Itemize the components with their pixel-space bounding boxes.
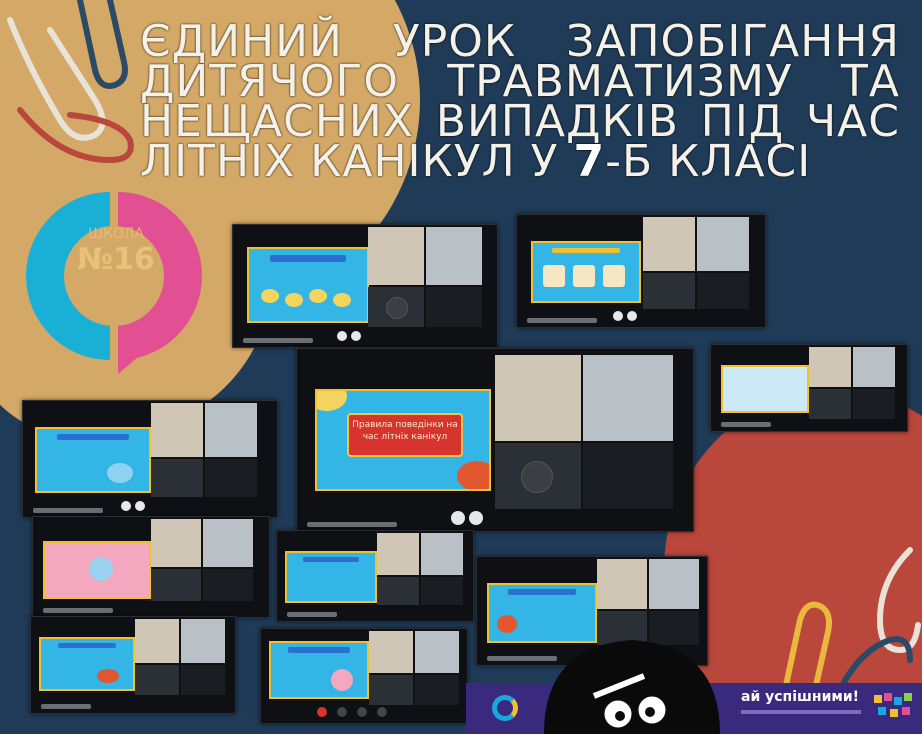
video-tile [426,227,482,285]
video-tile [697,217,749,271]
video-tile [369,675,413,705]
video-tile [369,631,413,673]
video-tile [583,355,673,441]
ring-logo-icon [492,695,518,721]
presentation-slide [269,641,369,699]
video-tile [205,459,257,497]
video-tile [151,569,201,601]
presentation-slide [39,637,135,691]
title-line-4: ЛІТНІХ КАНІКУЛ У 7-Б КЛАСІ [140,140,900,184]
cartoon-mascot-icon [544,640,720,734]
video-tile [495,443,581,509]
call-screenshot [276,530,474,622]
video-tile [135,619,179,663]
video-tile [809,389,851,419]
presentation-slide [531,241,641,303]
title-class-number: 7 [573,136,606,187]
video-tile [203,569,253,601]
banner-subline [741,710,861,714]
call-screenshot [260,628,468,724]
school-logo: ШКОЛА №16 [24,188,204,378]
logo-text: ШКОЛА №16 [74,226,158,278]
video-tile [583,443,673,509]
presentation-slide [487,583,597,643]
call-screenshot [516,214,766,328]
collage-canvas: ЄДИНИЙ УРОК ЗАПОБІГАННЯ ДИТЯЧОГО ТРАВМАТ… [0,0,922,734]
logo-shape-icon [26,192,202,378]
banner-text: ай успішними! [741,689,860,705]
video-tile [203,519,253,567]
page-title: ЄДИНИЙ УРОК ЗАПОБІГАННЯ ДИТЯЧОГО ТРАВМАТ… [140,20,900,184]
video-tile [853,389,895,419]
colored-tiles-icon [874,693,912,717]
video-tile [495,355,581,441]
video-tile [181,665,225,695]
call-screenshot [32,516,270,618]
video-tile [697,273,749,309]
video-tile [135,665,179,695]
video-tile [597,559,647,609]
video-tile [643,273,695,309]
presentation-slide [43,541,151,599]
video-tile [368,287,424,327]
video-tile [377,577,419,605]
presentation-slide [247,247,369,323]
video-tile [415,631,459,673]
call-screenshot-main: Правила поведінки на час літніх канікул [296,348,694,532]
video-tile [205,403,257,457]
video-tile [181,619,225,663]
slide-callout: Правила поведінки на час літніх канікул [347,413,463,457]
presentation-slide [35,427,151,493]
logo-school-number: №16 [77,242,155,277]
paperclip-icon [782,547,921,690]
video-tile [426,287,482,327]
video-tile [421,533,463,575]
video-tile [151,519,201,567]
video-tile [649,559,699,609]
video-tile [853,347,895,387]
call-screenshot [710,344,908,432]
video-tile [643,217,695,271]
video-tile [415,675,459,705]
video-tile [151,403,203,457]
video-tile [151,459,203,497]
presentation-slide: Правила поведінки на час літніх канікул [315,389,491,491]
title-line-4-class: -Б КЛАСІ [605,136,812,187]
presentation-slide [721,365,809,413]
video-tile [809,347,851,387]
call-screenshot [30,616,236,714]
title-line-4-text: ЛІТНІХ КАНІКУЛ У [140,136,574,187]
logo-school-label: ШКОЛА [87,226,145,242]
presentation-slide [285,551,377,603]
call-screenshot [232,224,498,348]
video-tile [377,533,419,575]
video-tile [421,577,463,605]
call-screenshot [22,400,278,518]
video-tile [368,227,424,285]
